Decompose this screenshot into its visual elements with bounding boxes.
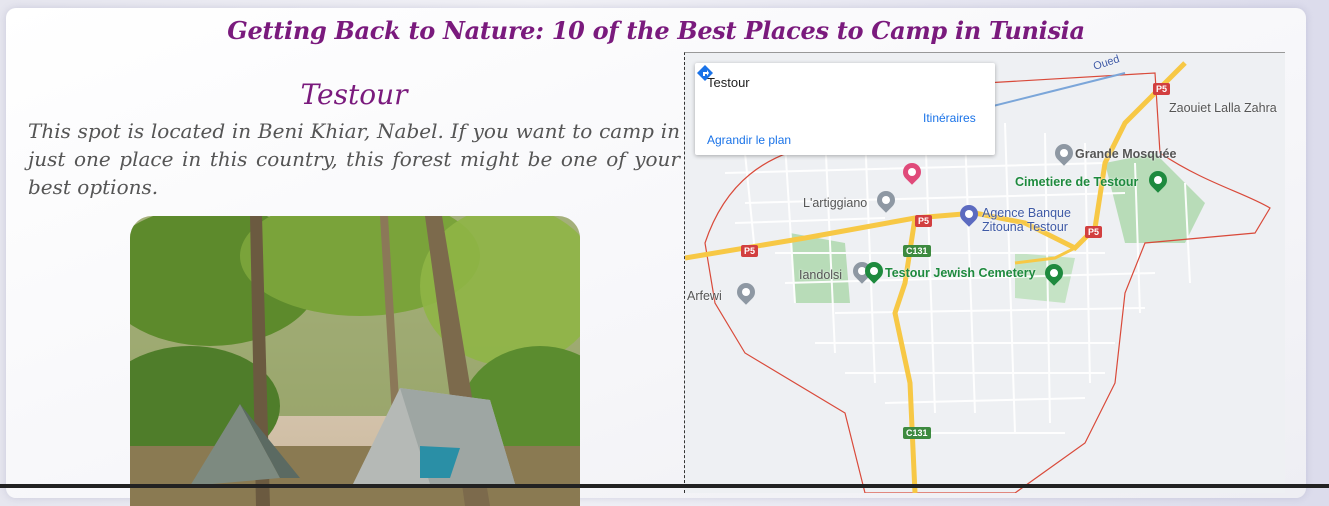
poi-jewish-cemetery-label[interactable]: Testour Jewish Cemetery	[885, 266, 1036, 280]
poi-zaouiet-label[interactable]: Zaouiet Lalla Zahra	[1169, 101, 1277, 115]
poi-artiggiano-label[interactable]: L'artiggiano	[803, 196, 867, 210]
poi-arfewi-label[interactable]: Arfewi	[687, 289, 722, 303]
road-shield-p5-center: P5	[915, 215, 933, 227]
bottom-edge-bar	[0, 484, 1329, 488]
place-description: This spot is located in Beni Khiar, Nabe…	[28, 119, 680, 199]
road-shield-c131-south: C131	[903, 427, 931, 439]
enlarge-map-link[interactable]: Agrandir le plan	[707, 133, 791, 147]
poi-bank-label-line2[interactable]: Zitouna Testour	[982, 220, 1068, 234]
map-info-card: Testour Itinéraires Agrandir le plan	[695, 63, 995, 155]
page-title: Getting Back to Nature: 10 of the Best P…	[227, 16, 1085, 45]
directions-icon[interactable]	[695, 63, 715, 83]
poi-mosque-label[interactable]: Grande Mosquée	[1075, 147, 1176, 161]
road-shield-p5: P5	[1153, 83, 1171, 95]
google-map-embed[interactable]: Testour Itinéraires Agrandir le plan Oue…	[684, 52, 1285, 493]
campsite-photo	[130, 216, 580, 506]
poi-iandolsi-label[interactable]: Iandolsi	[799, 268, 842, 282]
road-shield-c131: C131	[903, 245, 931, 257]
road-shield-p5-east: P5	[1085, 226, 1103, 238]
place-section: Testour This spot is located in Beni Khi…	[28, 78, 680, 201]
place-name-heading: Testour	[300, 78, 408, 111]
poi-bank-label-line1[interactable]: Agence Banque	[982, 206, 1071, 220]
road-shield-p5-west: P5	[741, 245, 759, 257]
poi-cemetery-label[interactable]: Cimetiere de Testour	[1015, 175, 1138, 189]
directions-link[interactable]: Itinéraires	[923, 111, 976, 125]
